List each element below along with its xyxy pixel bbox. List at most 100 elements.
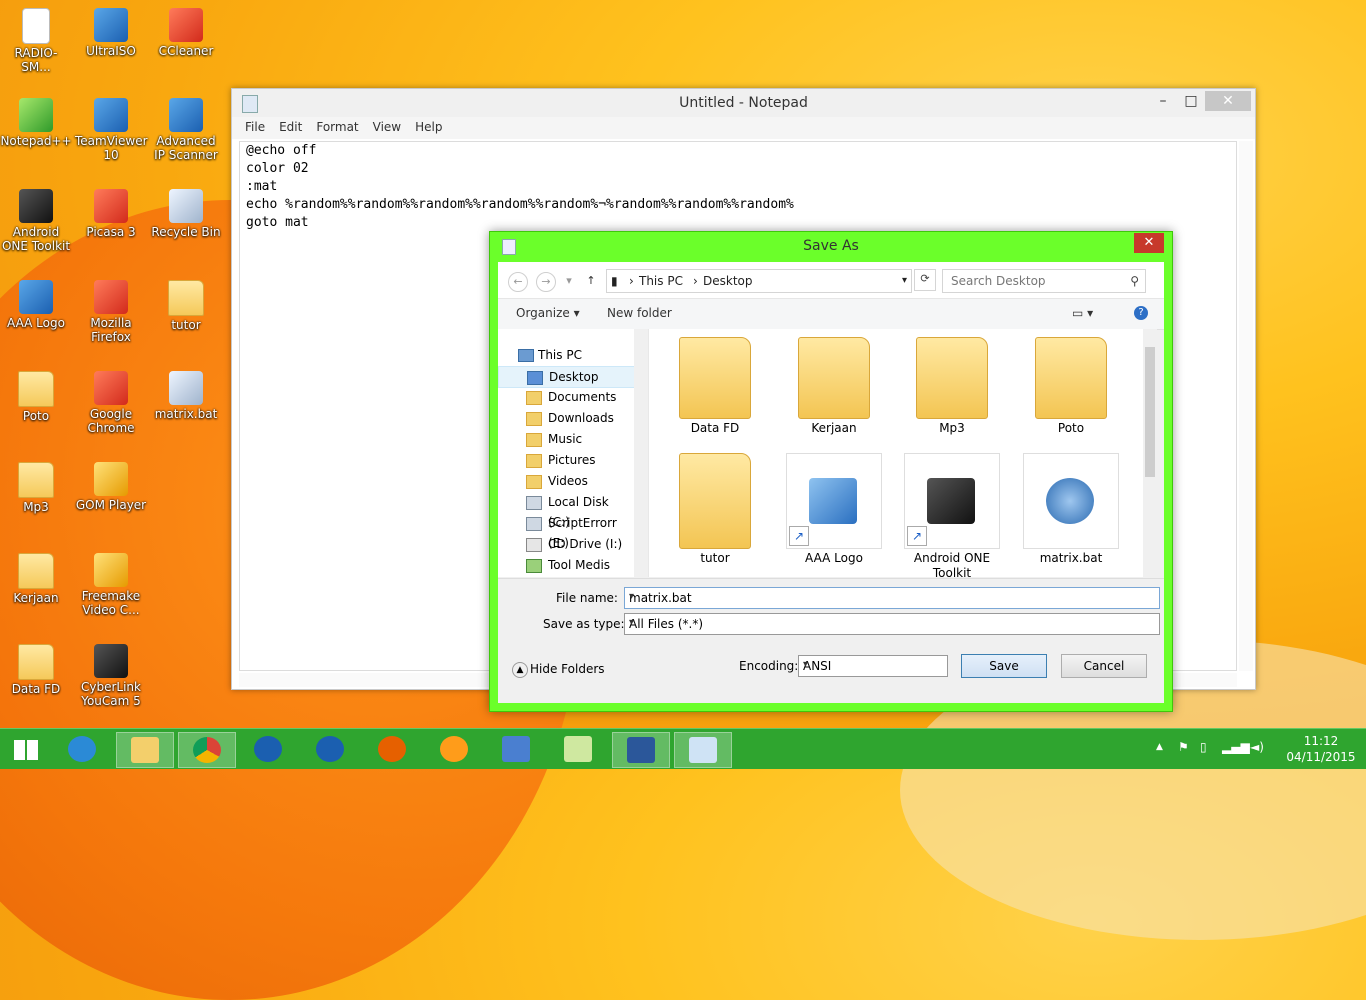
back-arrow-icon[interactable]: ← (508, 272, 528, 292)
taskbar-chrome[interactable] (178, 732, 236, 768)
desktop-icon-poto[interactable]: Poto (0, 371, 72, 423)
recent-locations-chevron-icon[interactable]: ▾ (560, 272, 578, 290)
address-dropdown-icon[interactable]: ▾ (902, 275, 907, 286)
file-item-aaa-logo[interactable]: ↗ AAA Logo (784, 453, 884, 566)
clock[interactable]: 11:12 04/11/2015 (1286, 733, 1356, 765)
help-icon[interactable]: ? (1134, 306, 1148, 320)
taskbar-app-4[interactable] (240, 732, 296, 766)
up-arrow-icon[interactable]: ↑ (582, 272, 600, 290)
menu-edit[interactable]: Edit (272, 117, 309, 137)
file-item-tutor[interactable]: tutor (665, 453, 765, 566)
file-item-mp3[interactable]: Mp3 (902, 337, 1002, 436)
nav-pictures[interactable]: Pictures (498, 450, 634, 470)
desktop-icon-kerjaan[interactable]: Kerjaan (0, 553, 72, 605)
organize-button[interactable]: Organize ▾ (516, 306, 580, 320)
nav-videos[interactable]: Videos (498, 471, 634, 491)
desktop-icon-firefox[interactable]: Mozilla Firefox (75, 280, 147, 344)
volume-icon[interactable]: ◄) (1250, 740, 1264, 754)
new-folder-button[interactable]: New folder (607, 306, 672, 320)
encoding-select[interactable]: ANSI ▾ (798, 655, 948, 677)
menu-help[interactable]: Help (408, 117, 449, 137)
nav-scrollbar[interactable] (634, 329, 648, 577)
gom-player-icon (440, 736, 468, 762)
desktop-icon-teamviewer[interactable]: TeamViewer 10 (75, 98, 148, 162)
nav-this-pc[interactable]: This PC (498, 345, 634, 365)
desktop-icon-youcam[interactable]: CyberLink YouCam 5 (75, 644, 147, 708)
desktop-icon-ultraiso[interactable]: UltraISO (75, 8, 147, 58)
save-as-type-select[interactable]: All Files (*.*) ▾ (624, 613, 1160, 635)
desktop-icon-advanced-ip[interactable]: Advanced IP Scanner (150, 98, 222, 162)
nav-downloads[interactable]: Downloads (498, 408, 634, 428)
taskbar-ie[interactable] (54, 732, 110, 766)
refresh-icon[interactable]: ⟳ (914, 269, 936, 291)
menu-file[interactable]: File (238, 117, 272, 137)
nav-documents[interactable]: Documents (498, 387, 634, 407)
desktop-icon-data-fd[interactable]: Data FD (0, 644, 72, 696)
desktop-icon-recycle-bin[interactable]: Recycle Bin (150, 189, 222, 239)
notepad-titlebar[interactable]: Untitled - Notepad – □ ✕ (232, 89, 1255, 117)
hide-folders-button[interactable]: ▲ Hide Folders (512, 661, 608, 679)
save-as-titlebar[interactable]: Save As ✕ (490, 232, 1172, 260)
nav-scripterrorr-e[interactable]: ScriptErrorr (E:) (498, 513, 634, 550)
nav-tool-medis-k[interactable]: Tool Medis (K:) (498, 555, 634, 592)
show-hidden-icons-chevron[interactable]: ▲ (1156, 742, 1163, 752)
nav-local-disk-c[interactable]: Local Disk (C:) (498, 492, 634, 529)
taskbar-app-5[interactable] (302, 732, 358, 766)
notepad-vertical-scrollbar[interactable] (1239, 141, 1253, 671)
taskbar-gom-player[interactable] (426, 732, 482, 766)
chevron-down-icon[interactable]: ▾ (629, 617, 1155, 628)
cancel-button[interactable]: Cancel (1061, 654, 1147, 678)
file-item-android-one-toolkit[interactable]: ↗ Android ONE Toolkit (902, 453, 1002, 581)
desktop-icon-android-one[interactable]: Android ONE Toolkit (0, 189, 72, 253)
breadcrumb-this-pc[interactable]: This PC (639, 274, 683, 288)
navigation-pane: This PC Desktop Documents Downloads Musi… (498, 329, 648, 592)
desktop-icon-aaa-logo[interactable]: AAA Logo (0, 280, 72, 330)
file-list-scrollbar[interactable] (1143, 329, 1157, 577)
search-input[interactable]: Search Desktop ⚲ (942, 269, 1146, 293)
notepadpp-icon (19, 98, 53, 132)
taskbar-firefox[interactable] (364, 732, 420, 766)
taskbar-app-9[interactable] (550, 732, 606, 766)
nav-cd-drive-i[interactable]: CD Drive (I:) (498, 534, 634, 554)
desktop-icon-notepadpp[interactable]: Notepad++ (0, 98, 72, 148)
menu-view[interactable]: View (366, 117, 408, 137)
address-bar[interactable]: ▮ › This PC › Desktop ▾ (606, 269, 912, 293)
view-options-icon[interactable]: ▭ ▾ (1072, 306, 1093, 320)
desktop-icon-freemake[interactable]: Freemake Video C... (75, 553, 147, 617)
file-name-input[interactable]: matrix.bat ▾ (624, 587, 1160, 609)
desktop-icon-matrix-bat[interactable]: matrix.bat (150, 371, 222, 421)
minimize-button[interactable]: – (1149, 91, 1177, 111)
freemake-icon (94, 553, 128, 587)
file-item-data-fd[interactable]: Data FD (665, 337, 765, 436)
taskbar-word[interactable] (612, 732, 670, 768)
save-button[interactable]: Save (961, 654, 1047, 678)
nav-music[interactable]: Music (498, 429, 634, 449)
taskbar-network-app[interactable] (488, 732, 544, 766)
close-button[interactable]: ✕ (1205, 91, 1251, 111)
desktop-icon-mp3[interactable]: Mp3 (0, 462, 72, 514)
network-signal-icon[interactable]: ▂▄▆ (1222, 740, 1250, 754)
nav-desktop[interactable]: Desktop (498, 366, 636, 388)
chevron-down-icon[interactable]: ▾ (629, 591, 1155, 602)
taskbar-notepad[interactable] (674, 732, 732, 768)
desktop-icon-picasa[interactable]: Picasa 3 (75, 189, 147, 239)
menu-format[interactable]: Format (309, 117, 365, 137)
start-button[interactable] (0, 732, 56, 766)
breadcrumb-desktop[interactable]: Desktop (703, 274, 753, 288)
taskbar-file-explorer[interactable] (116, 732, 174, 768)
action-center-flag-icon[interactable]: ⚑ (1178, 740, 1189, 754)
desktop-icon-tutor[interactable]: tutor (150, 280, 222, 332)
chevron-down-icon[interactable]: ▾ (803, 659, 943, 670)
file-item-kerjaan[interactable]: Kerjaan (784, 337, 884, 436)
desktop-icon-gom-player[interactable]: GOM Player (75, 462, 147, 512)
maximize-button[interactable]: □ (1177, 91, 1205, 111)
file-item-poto[interactable]: Poto (1021, 337, 1121, 436)
desktop-icon-radio-sm[interactable]: RADIO-SM... (0, 8, 72, 74)
power-icon[interactable]: ▯ (1200, 740, 1207, 754)
scrollbar-thumb[interactable] (1145, 347, 1155, 477)
desktop-icon-chrome[interactable]: Google Chrome (75, 371, 147, 435)
forward-arrow-icon[interactable]: → (536, 272, 556, 292)
file-item-matrix-bat[interactable]: matrix.bat (1021, 453, 1121, 566)
desktop-icon-ccleaner[interactable]: CCleaner (150, 8, 222, 58)
dialog-close-button[interactable]: ✕ (1134, 233, 1164, 253)
